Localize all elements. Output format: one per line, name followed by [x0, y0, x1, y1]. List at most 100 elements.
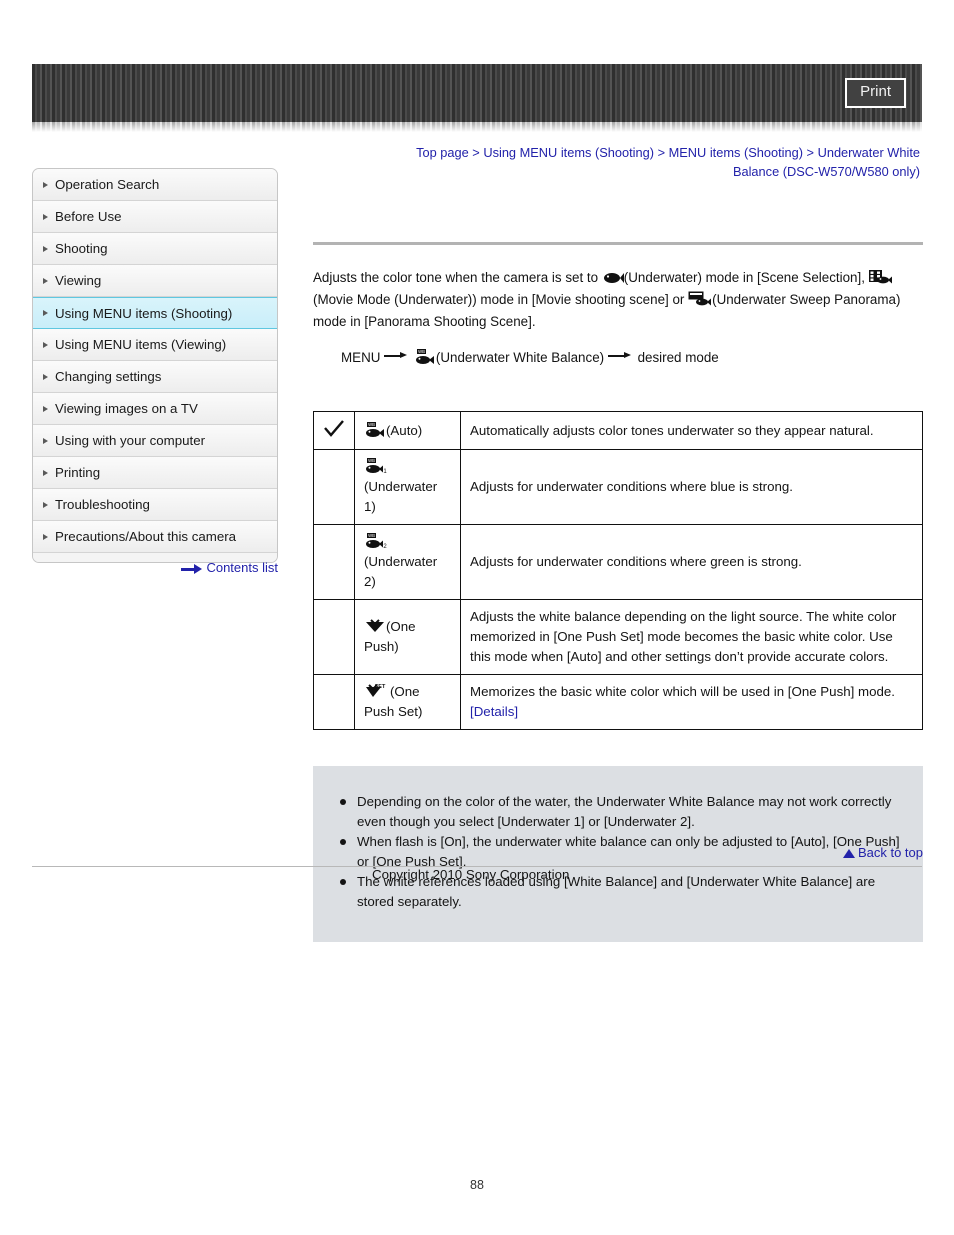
- sidebar-item-label: Precautions/About this camera: [55, 529, 237, 544]
- description-cell: Adjusts the white balance depending on t…: [460, 599, 923, 675]
- page-number: 88: [470, 1178, 484, 1192]
- wb-fish-2-icon: WB 2: [364, 533, 388, 549]
- sidebar-item-using-menu-items-viewing[interactable]: Using MENU items (Viewing): [33, 329, 277, 361]
- breadcrumb: Top page > Using MENU items (Shooting) >…: [320, 143, 920, 181]
- sidebar-item-label: Changing settings: [55, 369, 162, 384]
- mode-cell: WB (Auto): [354, 411, 461, 450]
- details-link[interactable]: [Details]: [470, 704, 518, 719]
- underwater-white-balance-label: (Underwater White Balance): [435, 350, 605, 365]
- sidebar-item-label: Printing: [55, 465, 101, 480]
- chevron-right-icon: [43, 277, 48, 284]
- header-banner: Print: [32, 64, 922, 122]
- default-check-cell: [313, 599, 355, 675]
- mode-cell: WB 2 (Underwater 2): [354, 524, 461, 600]
- default-check-cell: [313, 524, 355, 600]
- main-content: Adjusts the color tone when the camera i…: [313, 200, 923, 942]
- check-icon: [323, 419, 345, 439]
- chevron-right-icon: [43, 405, 48, 412]
- content-divider: [313, 242, 923, 245]
- sidebar-item-viewing-images-on-a-tv[interactable]: Viewing images on a TV: [33, 393, 277, 425]
- default-check-cell: [313, 411, 355, 450]
- sidebar-item-label: Using MENU items (Shooting): [55, 305, 233, 321]
- chevron-right-icon: [43, 437, 48, 444]
- chevron-right-icon: [43, 181, 48, 188]
- wb-fish-auto-icon: WB: [364, 421, 386, 438]
- wb-fish-1-icon: WB 1: [364, 458, 388, 474]
- intro-paragraph: Adjusts the color tone when the camera i…: [313, 267, 923, 333]
- chevron-right-icon: [43, 373, 48, 380]
- svg-text:WB: WB: [368, 458, 375, 463]
- mode-cell: WB 1 (Underwater 1): [354, 449, 461, 525]
- arrow-right-icon: [607, 351, 634, 361]
- svg-text:WB: WB: [368, 422, 375, 427]
- contents-list-link[interactable]: Contents list: [32, 560, 278, 575]
- intro-text-b: (Underwater) mode in [Scene Selection],: [623, 270, 869, 285]
- default-check-cell: [313, 449, 355, 525]
- sidebar-item-label: Before Use: [55, 209, 122, 224]
- sidebar-item-operation-search[interactable]: Operation Search: [33, 169, 277, 201]
- back-to-top-label: Back to top: [857, 845, 923, 860]
- chevron-right-icon: [43, 341, 48, 348]
- mode-cell: (One Push): [354, 599, 461, 675]
- underwater-sweep-panorama-icon: [688, 291, 712, 307]
- svg-text:2: 2: [383, 544, 387, 549]
- note-item: Depending on the color of the water, the…: [333, 792, 903, 832]
- sidebar-item-label: Using with your computer: [55, 433, 206, 448]
- print-button[interactable]: Print: [845, 78, 906, 108]
- chevron-right-icon: [43, 245, 48, 252]
- sidebar-item-shooting[interactable]: Shooting: [33, 233, 277, 265]
- description-cell: Adjusts for underwater conditions where …: [460, 524, 923, 600]
- sidebar-item-before-use[interactable]: Before Use: [33, 201, 277, 233]
- arrow-right-icon: [181, 564, 203, 574]
- one-push-set-icon: SET: [364, 682, 390, 699]
- description-cell: Adjusts for underwater conditions where …: [460, 449, 923, 525]
- sidebar-item-precautions-about-this-camera[interactable]: Precautions/About this camera: [33, 521, 277, 553]
- desired-mode-label: desired mode: [637, 350, 719, 365]
- mode-label: (Underwater 2): [364, 554, 438, 589]
- triangle-up-icon: [842, 849, 855, 858]
- sidebar-item-label: Viewing: [55, 273, 102, 288]
- one-push-icon: [364, 619, 386, 634]
- sidebar-item-using-menu-items-shooting[interactable]: Using MENU items (Shooting): [33, 297, 277, 329]
- mode-label: (Underwater 1): [364, 479, 438, 514]
- sidebar-item-label: Operation Search: [55, 177, 160, 192]
- chevron-right-icon: [43, 501, 48, 508]
- sidebar-item-viewing[interactable]: Viewing: [33, 265, 277, 297]
- arrow-right-icon: [384, 351, 410, 361]
- description-cell: Automatically adjusts color tones underw…: [460, 411, 923, 450]
- svg-text:WB: WB: [368, 533, 375, 538]
- menu-path-line: MENU WB (Underwater White Balance) desire…: [313, 347, 923, 369]
- svg-text:1: 1: [383, 469, 387, 474]
- intro-text-c: (Movie Mode (Underwater)) mode in [Movie…: [313, 292, 689, 307]
- sidebar-item-changing-settings[interactable]: Changing settings: [33, 361, 277, 393]
- sidebar: Operation Search Before Use Shooting Vie…: [32, 168, 278, 563]
- chevron-right-icon: [43, 213, 48, 220]
- sidebar-item-troubleshooting[interactable]: Troubleshooting: [33, 489, 277, 521]
- menu-label: MENU: [341, 350, 381, 365]
- chevron-right-icon: [43, 469, 48, 476]
- breadcrumb-line-1[interactable]: Top page > Using MENU items (Shooting) >…: [416, 145, 920, 160]
- sidebar-item-printing[interactable]: Printing: [33, 457, 277, 489]
- mode-label: (Auto): [386, 422, 423, 438]
- sidebar-item-using-with-your-computer[interactable]: Using with your computer: [33, 425, 277, 457]
- intro-text-a: Adjusts the color tone when the camera i…: [313, 270, 602, 285]
- mode-cell: SET(One Push Set): [354, 674, 461, 730]
- chevron-right-icon: [43, 533, 48, 540]
- table-row: WB 2 (Underwater 2) Adjusts for underwate…: [313, 524, 923, 600]
- movie-mode-underwater-icon: [868, 269, 893, 285]
- breadcrumb-line-2[interactable]: Balance (DSC-W570/W580 only): [733, 164, 920, 179]
- svg-text:WB: WB: [418, 349, 425, 354]
- copyright-text: Copyright 2010 Sony Corporation: [372, 867, 570, 882]
- default-check-cell: [313, 674, 355, 730]
- sidebar-item-label: Shooting: [55, 241, 108, 256]
- sidebar-item-label: Viewing images on a TV: [55, 401, 198, 416]
- back-to-top-link[interactable]: Back to top: [313, 845, 923, 860]
- description-cell: Memorizes the basic white color which wi…: [460, 674, 923, 730]
- sidebar-item-label: Using MENU items (Viewing): [55, 337, 227, 352]
- table-row: WB 1 (Underwater 1) Adjusts for underwate…: [313, 449, 923, 525]
- sidebar-item-label: Troubleshooting: [55, 497, 150, 512]
- chevron-right-icon: [43, 310, 48, 316]
- manual-page: Print Top page > Using MENU items (Shoot…: [0, 0, 954, 1235]
- underwater-white-balance-icon: WB: [414, 349, 436, 365]
- table-row: SET(One Push Set) Memorizes the basic wh…: [313, 674, 923, 730]
